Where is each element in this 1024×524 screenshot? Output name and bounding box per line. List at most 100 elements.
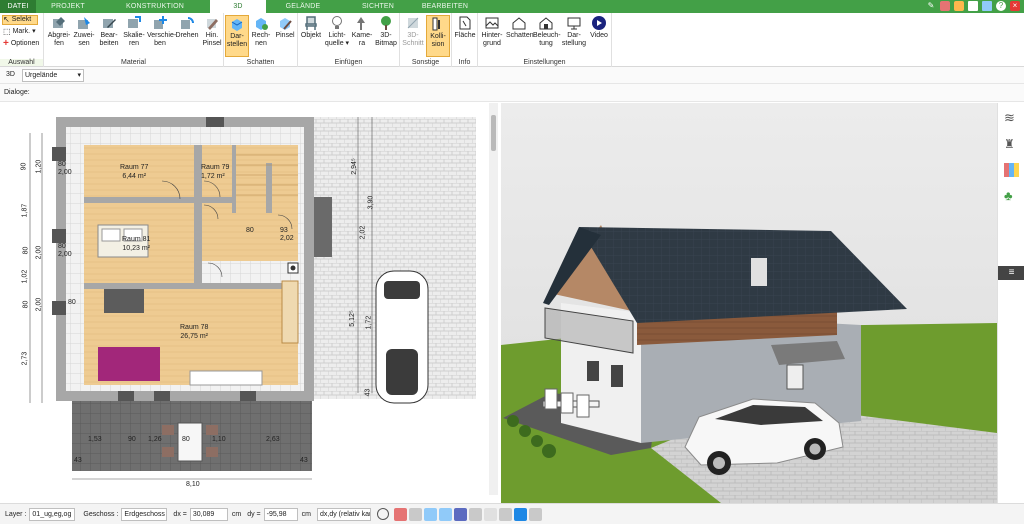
floor-plan-view[interactable]: Raum 77 6,44 m² Raum 79 1,72 m² Raum 81 … [0, 103, 498, 495]
cube-icon[interactable] [954, 1, 964, 11]
dim-window-3: 80 [68, 299, 76, 306]
clock-icon[interactable] [376, 508, 389, 520]
btn-l1: 3D- [407, 32, 419, 39]
purple-sofa[interactable] [98, 347, 160, 381]
3d-view[interactable] [501, 103, 997, 503]
materials-icon[interactable] [1004, 163, 1019, 177]
box-icon[interactable] [940, 1, 950, 11]
lighting-button[interactable]: Beleuch-tung [533, 15, 561, 57]
line-snap-icon[interactable] [423, 507, 437, 521]
chair-icon[interactable]: ♜ [1004, 137, 1019, 151]
chimney [751, 258, 767, 286]
tab-sichten[interactable]: SICHTEN [340, 0, 416, 13]
status-bar: Layer : 01_ug,eg,og Geschoss : Erdgescho… [0, 503, 1024, 524]
dx-label: dx = [173, 510, 187, 518]
btn-l1: Schatten [506, 32, 534, 39]
area-button[interactable]: Fläche [453, 15, 477, 57]
plan-scrollbar-thumb[interactable] [491, 115, 496, 151]
insert-object-button[interactable]: Objekt [299, 15, 323, 57]
view-cube-icon[interactable] [453, 507, 467, 521]
plan-scrollbar[interactable] [489, 103, 498, 495]
dim-door: 93 2,02 [280, 227, 294, 243]
north-icon[interactable] [513, 507, 527, 521]
insert-bitmap-button[interactable]: 3D- Bitmap [374, 15, 398, 57]
rotate-material-button[interactable]: Drehen [174, 15, 200, 57]
pick-material-button[interactable]: Abgrei-fen [47, 15, 71, 57]
tree-icon[interactable]: ♣ [1004, 189, 1019, 203]
layer-select[interactable]: 01_ug,eg,og [29, 507, 76, 521]
coord-mode-select[interactable]: dx,dy (relativ kar [316, 507, 371, 521]
collision-button[interactable]: Kolli-sion [426, 15, 450, 57]
mark-button[interactable]: ⬚ Mark. ▾ [3, 27, 36, 37]
pipette-icon [53, 17, 65, 28]
grey-sofa[interactable] [104, 289, 144, 313]
shadow-brush-button[interactable]: Pinsel [273, 15, 297, 57]
grid-icon[interactable] [982, 1, 992, 11]
terrain-select[interactable]: Urgelände ▾ [22, 69, 84, 82]
right-side-toolbar: ≋ ♜ ♣ ≡ [997, 103, 1024, 503]
background-button[interactable]: Hinter-grund [480, 15, 504, 57]
grid-icon[interactable] [498, 507, 512, 521]
dim-value: 2,00 [58, 251, 72, 258]
dim-value: 80 [58, 161, 66, 168]
car-top-view[interactable] [375, 270, 429, 404]
dx-input[interactable]: 30,089 [189, 507, 228, 521]
layers-icon[interactable]: ≋ [1004, 111, 1019, 125]
angle-snap-icon[interactable] [438, 507, 452, 521]
scale-icon [128, 16, 141, 28]
brush-material-button[interactable]: Hin. Pinsel [200, 15, 224, 57]
help-icon[interactable]: ? [996, 1, 1006, 11]
rotate-view-icon[interactable] [528, 507, 542, 521]
tab-3d[interactable]: 3D [210, 0, 266, 13]
dialog-toolbar: Dialoge: [0, 84, 1024, 102]
close-icon[interactable]: × [1010, 1, 1020, 11]
kitchen-counter[interactable] [281, 280, 299, 344]
scale-material-button[interactable]: Skalie-ren [122, 15, 146, 57]
btn-l1: Abgrei- [47, 32, 71, 39]
insert-light-button[interactable]: Licht-quelle ▾ [324, 15, 350, 57]
btn-l1: Zuwei- [73, 32, 95, 39]
dy-input[interactable]: -95,98 [263, 507, 298, 521]
compute-shadow-button[interactable]: Rech-nen [249, 15, 273, 57]
move-material-button[interactable]: Verschie-ben [147, 15, 176, 57]
tab-datei[interactable]: DATEI [0, 0, 36, 13]
assign-material-button[interactable]: Zuwei-sen [72, 15, 96, 57]
monitor-icon [567, 17, 581, 30]
doc-icon[interactable] [968, 1, 978, 11]
dim-left-7: 80 [22, 300, 30, 309]
dim-bottom-4: 80 [182, 436, 190, 443]
show-shadow-button[interactable]: Dar-stellen [225, 15, 249, 57]
section-3d-button[interactable]: 3D- Schnitt [401, 15, 425, 57]
btn-l1: Rech- [251, 32, 271, 39]
plus-icon: + [3, 38, 9, 49]
tab-konstruktion[interactable]: KONSTRUKTION [100, 0, 210, 13]
btn-l1: Dar- [230, 33, 244, 40]
group-schatten: Dar-stellen Rech-nen Pinsel Schatten [224, 13, 298, 67]
tab-bearbeiten[interactable]: BEARBEITEN [416, 0, 474, 13]
btn-l1: Dar- [567, 32, 581, 39]
tab-projekt[interactable]: PROJEKT [36, 0, 100, 13]
sideboard[interactable] [189, 370, 263, 386]
tab-gelaende[interactable]: GELÄNDE [266, 0, 340, 13]
view-toolbar: 3D Urgelände ▾ [0, 67, 1024, 84]
tree-icon [381, 16, 391, 30]
insert-camera-button[interactable]: Kame-ra [350, 15, 374, 57]
btn-l2: nen [255, 40, 267, 47]
record-icon[interactable] [393, 507, 407, 521]
btn-l1: Bear- [100, 32, 118, 39]
options-button[interactable]: + Optionen [3, 39, 39, 49]
edit-material-button[interactable]: Bear-beiten [97, 15, 121, 57]
display-button[interactable]: Dar-stellung [561, 15, 587, 57]
chair-icon [305, 16, 317, 30]
video-button[interactable]: Video [587, 15, 611, 57]
select-button[interactable]: ↖ Selekt [2, 15, 38, 25]
dim-door-2: 80 [246, 227, 254, 234]
shadow-settings-button[interactable]: Schatten [506, 15, 534, 57]
snap-icon[interactable] [408, 507, 422, 521]
storey-select[interactable]: Erdgeschoss [121, 507, 168, 521]
dim-left-9: 2,73 [21, 351, 29, 366]
layer-stack-icon[interactable] [468, 507, 482, 521]
menu-icon[interactable]: ≡ [998, 266, 1024, 280]
ortho-icon[interactable] [483, 507, 497, 521]
pen-icon[interactable]: ✎ [926, 1, 936, 11]
